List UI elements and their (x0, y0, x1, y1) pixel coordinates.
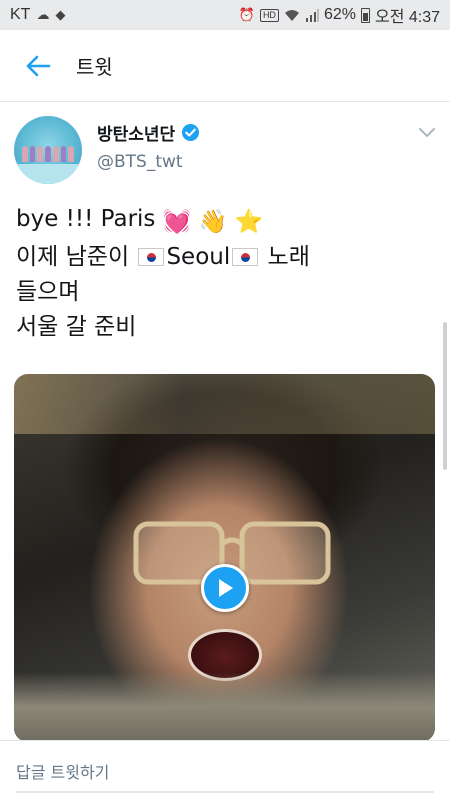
star-icon: ⭐ (234, 209, 264, 235)
avatar[interactable] (14, 116, 82, 184)
reply-bar: 답글 트윗하기 (0, 740, 450, 800)
tweet-line: bye !!! Paris 💓 👋 ⭐ (16, 202, 436, 240)
wifi-icon (284, 9, 299, 21)
hd-icon: HD (259, 8, 279, 22)
arrow-left-icon (26, 55, 51, 76)
battery-percent: 62% (323, 6, 356, 23)
tweet-line: 들으며 (16, 279, 80, 305)
korea-flag-icon (232, 248, 259, 266)
carrier-label: KT (10, 6, 31, 23)
battery-icon (360, 7, 370, 23)
pill-icon: ◆ (55, 7, 66, 22)
play-button[interactable] (201, 564, 249, 612)
alarm-icon: ⏰ (238, 7, 255, 22)
author-display-name[interactable]: 방탄소년단 (97, 120, 175, 145)
tweet-text-run: 노래 (267, 244, 310, 270)
korea-flag-icon (138, 248, 165, 266)
tweet-text: bye !!! Paris 💓 👋 ⭐ 이제 남준이 Seoul 노래 들으며 … (16, 202, 436, 345)
page-title: 트윗 (76, 55, 113, 79)
status-left: KT ☁ ◆ (10, 6, 65, 24)
app-bar: 트윗 (0, 30, 450, 102)
tweet-text-run: Seoul (166, 244, 231, 270)
scrollbar[interactable] (443, 322, 447, 470)
author-name-line: 방탄소년단 (97, 120, 200, 145)
author-handle[interactable]: @BTS_twt (97, 152, 183, 172)
verified-badge-icon (182, 123, 200, 142)
tweet-line: 이제 남준이 Seoul 노래 (16, 240, 436, 275)
tweet-text-run: bye !!! Paris (16, 206, 156, 232)
back-button[interactable] (0, 30, 76, 102)
heart-icon: 💓 (162, 209, 192, 235)
signal-icon (305, 8, 319, 22)
cloud-icon: ☁ (36, 7, 50, 22)
play-icon (219, 579, 233, 597)
tweet-line: 서울 갈 준비 (16, 314, 137, 340)
status-right: ⏰ HD 62% 오전 4:37 (239, 3, 440, 27)
tweet-video[interactable] (14, 374, 435, 742)
tweet-menu-button[interactable] (418, 124, 436, 143)
reply-input[interactable]: 답글 트윗하기 (16, 759, 434, 793)
waving-hand-icon: 👋 (198, 209, 228, 235)
tweet-text-run: 이제 남준이 (16, 244, 130, 270)
chevron-down-icon (419, 128, 435, 138)
clock: 오전 4:37 (374, 9, 440, 26)
status-bar: KT ☁ ◆ ⏰ HD 62% 오전 4:37 (0, 0, 450, 30)
